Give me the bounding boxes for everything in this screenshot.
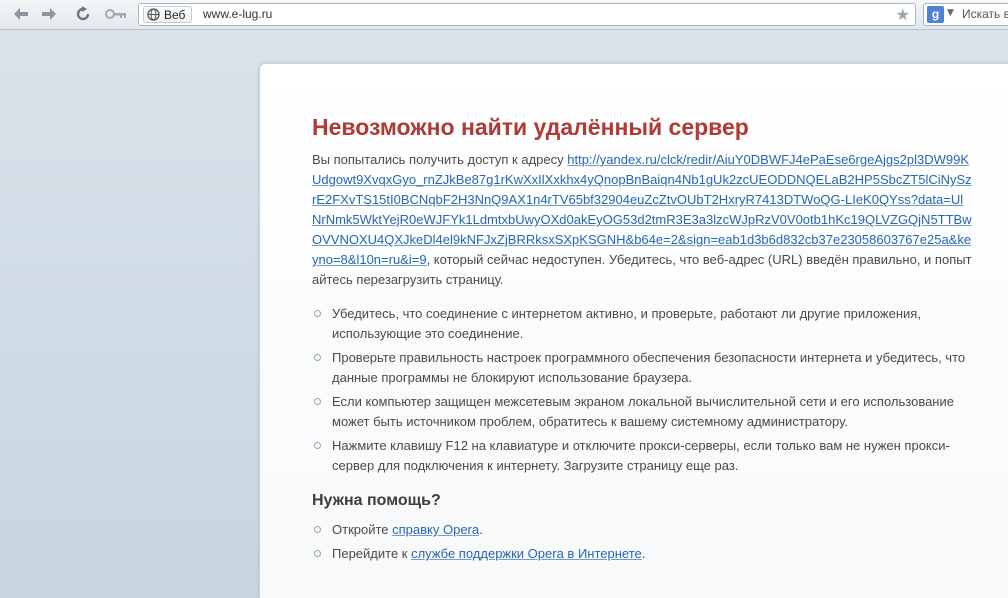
key-icon [105,9,126,19]
list-item: Откройте справку Opera. [312,520,972,540]
bullet-icon [314,550,321,557]
requested-url-link[interactable]: http://yandex.ru/clck/redir/AiuY0DBWFJ4e… [312,152,972,267]
error-card: Невозможно найти удалённый сервер Вы поп… [259,63,1008,598]
error-content: Невозможно найти удалённый сервер Вы поп… [312,110,972,568]
forward-button[interactable] [38,4,60,24]
bullet-icon [314,354,321,361]
globe-icon [147,8,160,21]
help-text-before: Перейдите к [332,546,412,561]
web-badge-label: Веб [164,7,186,22]
list-item: Перейдите к службе поддержки Opera в Инт… [312,544,972,564]
key-button[interactable] [103,4,129,24]
reload-icon [76,6,90,21]
forward-arrow-icon [42,8,56,20]
help-text-after: . [479,522,483,537]
help-text-before: Откройте [332,522,393,537]
address-text[interactable]: www.e-lug.ru [203,7,272,21]
search-box[interactable]: g ▼ Искать в [923,3,1008,26]
bullet-icon [314,398,321,405]
tip-text: Проверьте правильность настроек программ… [332,350,966,385]
opera-help-link[interactable]: справку Opera [392,522,479,537]
tip-text: Если компьютер защищен межсетевым экрано… [332,394,954,429]
reload-button[interactable] [72,4,94,24]
error-description: Вы попытались получить доступ к адресу h… [312,150,972,290]
chevron-down-icon[interactable]: ▼ [947,8,954,18]
browser-toolbar: Веб www.e-lug.ru ★ g ▼ Искать в [0,0,1008,30]
bullet-icon [314,310,321,317]
tip-text: Убедитесь, что соединение с интернетом а… [332,306,921,341]
list-item: Проверьте правильность настроек программ… [312,348,972,388]
bullet-icon [314,442,321,449]
search-placeholder[interactable]: Искать в [962,7,1008,21]
help-list: Откройте справку Opera. Перейдите к служ… [312,520,972,564]
google-icon[interactable]: g [927,6,944,23]
star-icon[interactable]: ★ [896,6,910,23]
address-bar[interactable]: Веб www.e-lug.ru ★ [138,3,916,26]
web-badge[interactable]: Веб [143,6,193,23]
list-item: Убедитесь, что соединение с интернетом а… [312,304,972,344]
troubleshooting-list: Убедитесь, что соединение с интернетом а… [312,304,972,476]
help-heading: Нужна помощь? [312,492,441,509]
list-item: Нажмите клавишу F12 на клавиатуре и откл… [312,436,972,476]
intro-text-before: Вы попытались получить доступ к адресу [312,152,568,167]
tip-text: Нажмите клавишу F12 на клавиатуре и откл… [332,438,950,473]
opera-support-link[interactable]: службе поддержки Opera в Интернете [411,546,642,561]
list-item: Если компьютер защищен межсетевым экрано… [312,392,972,432]
bullet-icon [314,526,321,533]
page-title: Невозможно найти удалённый сервер [312,114,749,140]
help-text-after: . [641,546,646,561]
back-arrow-icon [14,8,28,20]
back-button[interactable] [10,4,32,24]
